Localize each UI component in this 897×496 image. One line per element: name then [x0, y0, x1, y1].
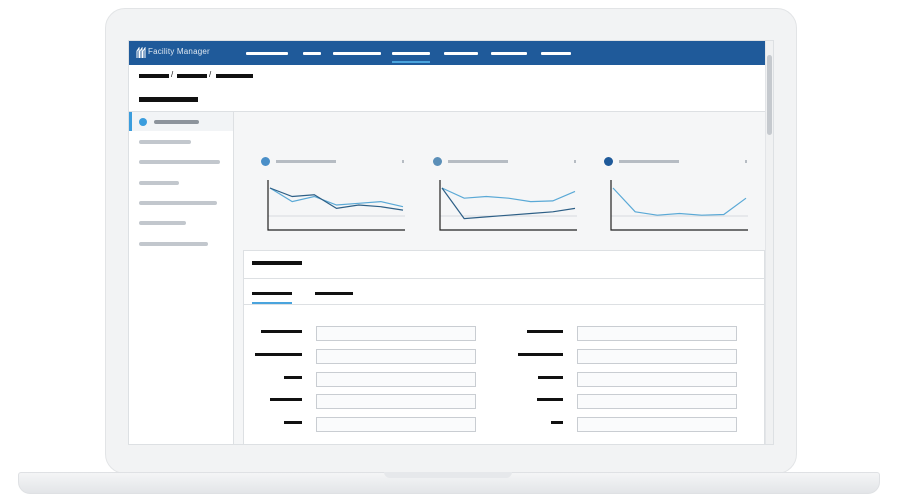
- form-field[interactable]: [577, 349, 737, 364]
- form-field[interactable]: [316, 394, 476, 409]
- form-field[interactable]: [577, 394, 737, 409]
- status-dot-icon: [604, 157, 613, 166]
- card-menu-icon[interactable]: [574, 160, 576, 163]
- scroll-thumb[interactable]: [767, 55, 772, 135]
- sidebar-item-5[interactable]: [139, 201, 217, 205]
- breadcrumb-item-1[interactable]: [139, 74, 169, 78]
- field-label: [527, 330, 563, 333]
- form-field[interactable]: [577, 326, 737, 341]
- sparkline-chart: [439, 180, 577, 231]
- sidebar-item-label: [154, 120, 199, 124]
- form-field[interactable]: [577, 372, 737, 387]
- circle-status-icon: [139, 118, 147, 126]
- sparkline-series: [612, 187, 747, 216]
- field-label: [284, 421, 302, 424]
- nav-item-6[interactable]: [491, 52, 527, 55]
- nav-item-7[interactable]: [541, 52, 571, 55]
- page-title: [139, 97, 198, 102]
- card-title: [619, 160, 679, 163]
- sparkline-series: [441, 187, 576, 220]
- top-navigation-bar: Facility Manager: [129, 41, 765, 65]
- panel-divider: [244, 278, 764, 279]
- field-label: [538, 376, 563, 379]
- sparkline-chart: [610, 180, 748, 231]
- field-label: [518, 353, 563, 356]
- form-field[interactable]: [316, 349, 476, 364]
- sidebar: [129, 112, 234, 444]
- field-label: [255, 353, 302, 356]
- sparkline-series: [269, 187, 404, 211]
- breadcrumb-item-3: [216, 74, 253, 78]
- sidebar-item-7[interactable]: [139, 242, 208, 246]
- sparkline-series: [269, 187, 404, 208]
- card-menu-icon[interactable]: [402, 160, 404, 163]
- breadcrumb-item-2[interactable]: [177, 74, 207, 78]
- field-label: [284, 376, 302, 379]
- chart-axis: [610, 180, 748, 231]
- form-field[interactable]: [316, 372, 476, 387]
- card-title: [276, 160, 336, 163]
- app-title: Facility Manager: [148, 47, 210, 56]
- nav-active-indicator: [392, 61, 430, 63]
- nav-item-4-active[interactable]: [392, 52, 430, 55]
- nav-item-2[interactable]: [303, 52, 321, 55]
- tab-1-active[interactable]: [252, 292, 292, 295]
- building-icon: [136, 47, 146, 58]
- sparkline-series: [441, 187, 576, 203]
- field-label: [261, 330, 302, 333]
- breadcrumb-separator: /: [171, 70, 174, 79]
- main-content: [234, 112, 765, 444]
- card-menu-icon[interactable]: [745, 160, 747, 163]
- panel-title: [252, 261, 302, 265]
- metric-card[interactable]: [406, 128, 577, 232]
- form-field[interactable]: [577, 417, 737, 432]
- chart-axis: [439, 180, 577, 231]
- breadcrumb-separator: /: [209, 70, 212, 79]
- field-label: [537, 398, 563, 401]
- sidebar-item-6[interactable]: [139, 221, 186, 225]
- status-dot-icon: [433, 157, 442, 166]
- status-dot-icon: [261, 157, 270, 166]
- form-field[interactable]: [316, 326, 476, 341]
- tabs-divider: [244, 304, 764, 305]
- field-label: [270, 398, 302, 401]
- form-field[interactable]: [316, 417, 476, 432]
- nav-item-1[interactable]: [246, 52, 288, 55]
- field-label: [551, 421, 563, 424]
- metric-card[interactable]: [577, 128, 748, 232]
- sidebar-item-2[interactable]: [139, 140, 191, 144]
- sparkline-chart: [267, 180, 405, 231]
- sidebar-item-3[interactable]: [139, 160, 220, 164]
- metric-card[interactable]: [234, 128, 405, 232]
- vertical-scrollbar[interactable]: [765, 41, 773, 444]
- laptop-notch: [384, 472, 512, 478]
- details-panel: [243, 250, 765, 444]
- nav-item-5[interactable]: [444, 52, 478, 55]
- card-title: [448, 160, 508, 163]
- nav-item-3[interactable]: [333, 52, 381, 55]
- sidebar-item-4[interactable]: [139, 181, 179, 185]
- tab-2[interactable]: [315, 292, 353, 295]
- app-screen: Facility Manager / /: [128, 40, 774, 445]
